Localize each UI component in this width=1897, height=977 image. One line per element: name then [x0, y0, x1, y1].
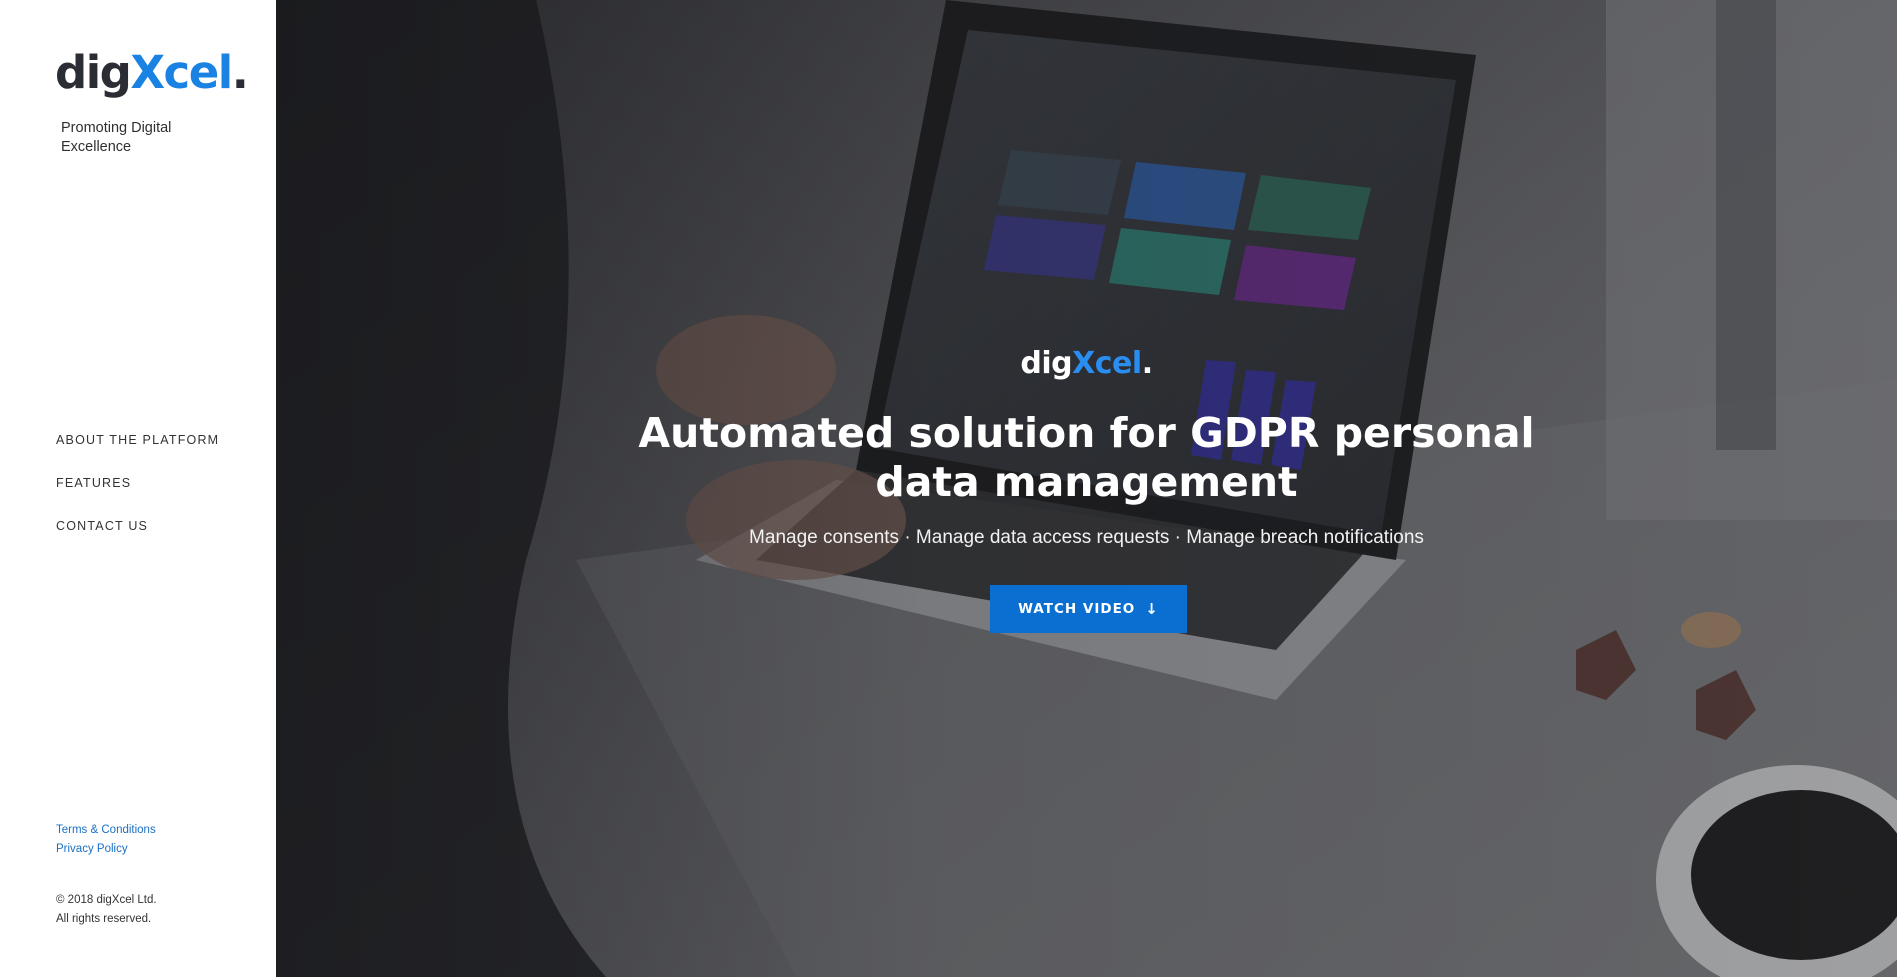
terms-link[interactable]: Terms & Conditions: [56, 821, 156, 840]
site-logo[interactable]: digXcel.: [55, 50, 249, 95]
nav-features[interactable]: FEATURES: [56, 475, 219, 518]
hero-subline: Manage consents · Manage data access req…: [749, 527, 1424, 548]
legal-links: Terms & Conditions Privacy Policy: [56, 821, 156, 859]
nav-about-platform[interactable]: ABOUT THE PLATFORM: [56, 432, 219, 475]
logo-dot: .: [231, 46, 249, 99]
nav-contact-us[interactable]: CONTACT US: [56, 518, 219, 561]
hero-content: digXcel. Automated solution for GDPR per…: [276, 0, 1897, 977]
privacy-link[interactable]: Privacy Policy: [56, 840, 156, 859]
sidebar: digXcel. Promoting Digital Excellence AB…: [0, 0, 276, 977]
watch-video-button[interactable]: WATCH VIDEO ↓: [990, 585, 1187, 633]
hero-logo: digXcel.: [276, 346, 1897, 381]
hero-logo-xcel: Xcel: [1072, 346, 1142, 381]
logo-text-dig: dig: [55, 46, 132, 99]
watch-video-label: WATCH VIDEO: [1018, 601, 1136, 617]
tagline: Promoting Digital Excellence: [61, 120, 172, 155]
hero-logo-dot: .: [1141, 346, 1153, 381]
logo-text-xcel: Xcel: [130, 46, 233, 99]
hero-section: digXcel. Automated solution for GDPR per…: [276, 0, 1897, 977]
arrow-down-icon: ↓: [1145, 600, 1159, 618]
main-nav: ABOUT THE PLATFORM FEATURES CONTACT US: [56, 432, 219, 561]
rights-line: All rights reserved.: [56, 913, 152, 925]
copyright-line: © 2018 digXcel Ltd.: [56, 894, 157, 906]
hero-headline: Automated solution for GDPR personal dat…: [638, 409, 1535, 506]
hero-logo-dig: dig: [1020, 346, 1073, 381]
copyright: © 2018 digXcel Ltd. All rights reserved.: [56, 891, 157, 929]
